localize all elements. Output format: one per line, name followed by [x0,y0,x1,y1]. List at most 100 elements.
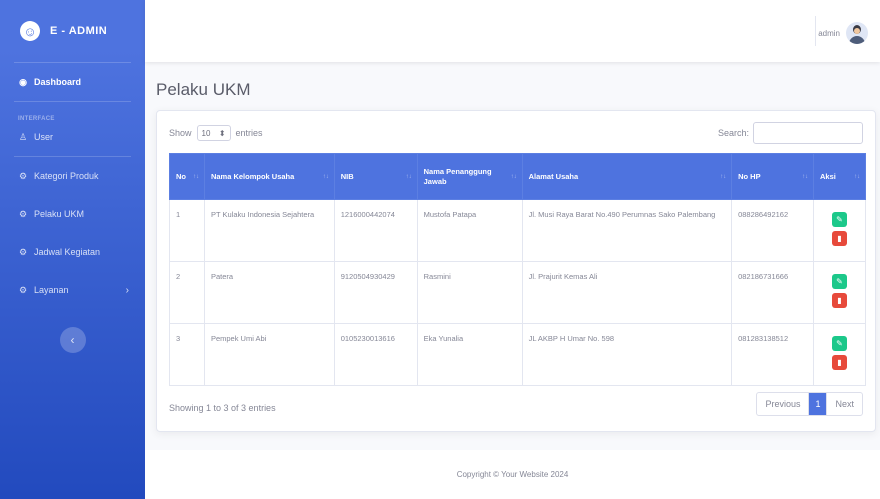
cog-icon: ⚙ [18,170,28,181]
column-header-penanggung-jawab[interactable]: Nama Penanggung Jawab ↑↓ [416,153,523,200]
header-label: Nama Penanggung Jawab [423,166,492,186]
page-title: Pelaku UKM [156,80,251,99]
cog-icon: ⚙ [18,208,28,219]
sort-icon: ↑↓ [802,174,809,180]
dashboard-icon: ◉ [19,76,27,87]
cell-penanggung-jawab: Rasmini [416,261,523,324]
header-label: No HP [738,171,761,181]
sort-icon: ↑↓ [322,174,329,180]
ukm-table: No ↑↓ Nama Kelompok Usaha ↑↓ NIB ↑↓ Nama Pe… [169,153,866,386]
cell-nib: 9120504930429 [333,261,418,324]
show-label: Show [169,128,192,138]
user-icon: ♙ [18,131,28,142]
column-header-nama-kelompok-usaha[interactable]: Nama Kelompok Usaha ↑↓ [203,153,335,200]
cell-penanggung-jawab: Mustofa Patapa [416,199,523,262]
entries-label: entries [235,128,263,138]
cog-icon: ⚙ [18,246,28,257]
sidebar-item-kategori-produk[interactable]: ⚙ Kategori Produk [0,157,145,195]
cell-alamat: JL AKBP H Umar No. 598 [521,323,733,386]
cell-nama: Patera [203,261,335,324]
pagination-page-1[interactable]: 1 [809,393,828,415]
user-menu[interactable]: admin [818,22,868,44]
cell-penanggung-jawab: Eka Yunalia [416,323,523,386]
avatar-face [854,28,860,34]
chevron-left-icon: ‹ [70,333,75,347]
sidebar-item-dashboard[interactable]: ◉ Dashboard [0,63,145,101]
delete-button[interactable]: ▮ [832,355,847,370]
chevron-right-icon: › [125,284,129,296]
trash-icon: ▮ [837,234,842,243]
edit-icon: ✎ [836,215,843,224]
data-table-card: Show 10 ⬍ entries Search: No ↑↓ Nama Kelo… [156,110,876,432]
column-header-aksi[interactable]: Aksi ↑↓ [813,153,866,200]
cell-aksi: ✎ ▮ [813,199,866,262]
header-label: Aksi [820,171,836,181]
cell-nib: 1216000442074 [333,199,418,262]
sidebar: ☺ E - ADMIN ◉ Dashboard INTERFACE ♙ User… [0,0,145,499]
sidebar-item-label: Jadwal Kegiatan [34,247,101,257]
sidebar-item-label: Kategori Produk [34,171,99,181]
pagination-previous[interactable]: Previous [757,393,810,415]
copyright-text: Copyright © Your Website 2024 [456,470,569,479]
brand-name: E - ADMIN [50,25,108,37]
header-label: No [176,171,186,181]
column-header-nib[interactable]: NIB ↑↓ [333,153,418,200]
cell-nib: 0105230013616 [333,323,418,386]
sidebar-item-label: User [34,132,54,142]
cell-alamat: Jl. Prajurit Kemas Ali [521,261,733,324]
table-row: 3 Pempek Umi Abi 0105230013616 Eka Yunal… [169,323,866,386]
edit-button[interactable]: ✎ [832,336,847,351]
sort-icon: ↑↓ [510,174,517,180]
cog-icon: ⚙ [18,284,28,295]
column-header-alamat-usaha[interactable]: Alamat Usaha ↑↓ [521,153,733,200]
delete-button[interactable]: ▮ [832,293,847,308]
cell-alamat: Jl. Musi Raya Barat No.490 Perumnas Sako… [521,199,733,262]
sidebar-item-user[interactable]: ♙ User [0,122,145,152]
sort-icon: ↑↓ [854,174,860,180]
cell-no: 1 [169,199,205,262]
entries-value: 10 [201,128,211,138]
search-control: Search: [718,122,863,144]
search-label: Search: [717,128,749,138]
select-arrows-icon: ⬍ [218,128,226,138]
sidebar-toggle-button[interactable]: ‹ [59,327,86,353]
cell-no: 3 [169,323,205,386]
cell-nama: Pempek Umi Abi [203,323,335,386]
edit-button[interactable]: ✎ [832,212,847,227]
cell-hp: 088286492162 [731,199,815,262]
delete-button[interactable]: ▮ [832,231,847,246]
column-header-no[interactable]: No ↑↓ [169,153,205,200]
pagination-next[interactable]: Next [827,393,862,415]
brand[interactable]: ☺ E - ADMIN [0,0,145,62]
cell-hp: 082186731666 [731,261,815,324]
sort-icon: ↑↓ [720,174,727,180]
footer: Copyright © Your Website 2024 [145,450,880,499]
cell-aksi: ✎ ▮ [813,323,866,386]
edit-button[interactable]: ✎ [832,274,847,289]
sidebar-item-jadwal-kegiatan[interactable]: ⚙ Jadwal Kegiatan [0,233,145,271]
cell-aksi: ✎ ▮ [813,261,866,324]
search-input[interactable] [753,122,863,144]
header-label: Nama Kelompok Usaha [210,171,295,181]
cell-hp: 081283138512 [731,323,815,386]
sidebar-item-label: Pelaku UKM [34,209,85,219]
user-name: admin [818,28,840,38]
laugh-icon: ☺ [17,18,43,44]
pagination: Previous 1 Next [756,392,863,416]
entries-select[interactable]: 10 ⬍ [196,125,231,141]
cell-no: 2 [169,261,205,324]
trash-icon: ▮ [837,358,842,367]
trash-icon: ▮ [837,296,842,305]
table-info: Showing 1 to 3 of 3 entries [169,403,276,413]
edit-icon: ✎ [836,339,843,348]
table-row: 2 Patera 9120504930429 Rasmini Jl. Praju… [169,261,866,324]
avatar-body [849,36,865,44]
column-header-no-hp[interactable]: No HP ↑↓ [731,153,815,200]
sidebar-item-label: Layanan [34,285,69,295]
sort-icon: ↑↓ [192,174,199,180]
sidebar-item-pelaku-ukm[interactable]: ⚙ Pelaku UKM [0,195,145,233]
sidebar-item-layanan[interactable]: ⚙ Layanan › [0,271,145,309]
header-label: NIB [340,171,354,181]
sidebar-item-label: Dashboard [34,77,82,87]
edit-icon: ✎ [836,277,843,286]
